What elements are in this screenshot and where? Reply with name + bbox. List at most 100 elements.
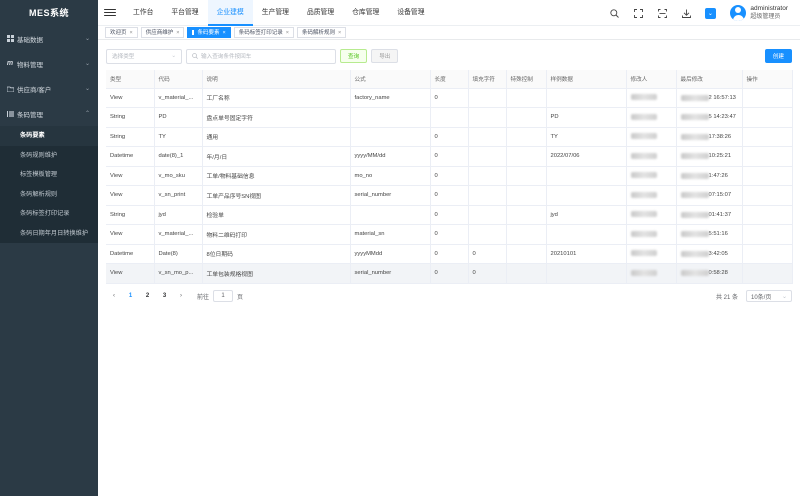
menu-toggle-icon[interactable]	[104, 8, 116, 17]
column-header[interactable]: 最后修改	[676, 70, 743, 89]
column-header[interactable]: 操作	[742, 70, 793, 89]
table-cell	[350, 127, 431, 147]
redacted-user	[630, 152, 657, 159]
nav-equipment[interactable]: 设备管理	[388, 0, 433, 26]
close-icon[interactable]: ×	[222, 28, 225, 38]
column-header[interactable]: 代码	[154, 70, 203, 89]
table-row[interactable]: View v_sn_print 工单产品序号SN视图 serial_number 0 07…	[106, 185, 793, 206]
sidebar-subitem-parse-rules[interactable]: 条码解析规则	[0, 185, 98, 205]
tab-print-records[interactable]: 条码标签打印记录 ×	[233, 27, 294, 38]
tab-parse-rules[interactable]: 条码解析规则 ×	[296, 27, 347, 38]
sidebar-subitem-barcode-elements[interactable]: 条码要素	[0, 126, 98, 146]
table-cell: 0	[430, 88, 469, 108]
column-header[interactable]: 长度	[430, 70, 469, 89]
table-cell	[546, 263, 627, 284]
chevron-down-icon: ⌄	[84, 61, 90, 67]
sidebar-item-label: 供应商/客户	[17, 86, 52, 94]
table-cell	[506, 224, 547, 245]
nav-production[interactable]: 生产管理	[253, 0, 298, 26]
table-cell	[468, 205, 507, 225]
column-header[interactable]: 说明	[202, 70, 351, 89]
modified-time: 3:42:05	[708, 250, 728, 257]
column-header[interactable]: 类型	[106, 70, 155, 89]
table-cell: String	[106, 107, 155, 128]
redacted-date	[680, 114, 709, 121]
close-icon[interactable]: ×	[176, 28, 179, 38]
type-select[interactable]: 选择类型 ⌄	[106, 48, 182, 64]
table-body: View v_material_... 工厂名称 factory_name 0 2 16:…	[106, 88, 793, 284]
redacted-date	[680, 153, 709, 160]
download-icon[interactable]	[674, 0, 698, 26]
user-info[interactable]: administrator 超级管理员	[750, 5, 788, 21]
table-row[interactable]: View v_material_... 物料二维码打印 material_sn 0 5:5…	[106, 224, 793, 245]
export-button[interactable]: 导出	[371, 49, 399, 63]
main-content: 选择类型 ⌄ 输入查询条件按回车 查询 导出 创建 类型 代码 说明 公式 长度…	[98, 40, 800, 496]
table-header-row: 类型 代码 说明 公式 长度 填充字符 特殊控制 样例数据 修改人 最后修改 操…	[106, 70, 793, 89]
nav-warehouse[interactable]: 仓库管理	[343, 0, 388, 26]
next-page-icon[interactable]: ›	[173, 293, 189, 299]
close-icon[interactable]: ×	[286, 28, 289, 38]
close-icon[interactable]: ×	[130, 28, 133, 38]
table-cell: 17:38:26	[676, 127, 743, 147]
table-cell	[506, 263, 547, 284]
search-input[interactable]: 输入查询条件按回车	[186, 48, 336, 64]
table-cell: 10:25:21	[676, 146, 743, 167]
sidebar-subitem-print-records[interactable]: 条码标签打印记录	[0, 204, 98, 224]
sidebar-item-supplier[interactable]: 供应商/客户 ⌄	[0, 76, 98, 101]
redacted-user	[630, 172, 657, 179]
search-icon[interactable]	[602, 0, 626, 26]
page-2[interactable]: 2	[139, 293, 156, 299]
nav-workbench[interactable]: 工作台	[124, 0, 162, 26]
scan-icon[interactable]	[650, 0, 674, 26]
table-cell: 0	[468, 263, 507, 284]
table-row[interactable]: View v_sn_mo_p... 工单包装规格视图 serial_number 0 0 0…	[106, 263, 793, 284]
tab-supplier[interactable]: 供应商维护 ×	[140, 27, 185, 38]
sidebar: MES系统 基础数据 ⌄ m 物料管理 ⌄ 供应商/客户 ⌄ 条码管理 ⌃ 条码…	[0, 0, 98, 496]
sidebar-subitem-label-templates[interactable]: 标签模板管理	[0, 165, 98, 185]
create-button[interactable]: 创建	[764, 49, 792, 63]
nav-enterprise-modeling[interactable]: 企业建模	[207, 0, 253, 26]
table-row[interactable]: View v_mo_sku 工单/物料基础信息 mo_no 0 1:47:26	[106, 166, 793, 186]
table-row[interactable]: String PD 盘点单号固定字符 PD 5 14:23:47	[106, 107, 793, 128]
column-header[interactable]: 特殊控制	[506, 70, 547, 89]
table-cell	[546, 88, 627, 108]
language-dropdown[interactable]: ⌄	[698, 0, 722, 26]
table-row[interactable]: Datetime Date(8) 8位日期码 yyyyMMdd 0 0 20210101 3:…	[106, 244, 793, 264]
page-size-select[interactable]: 10条/页 ⌄	[746, 290, 792, 302]
table-row[interactable]: String jyd 检验单 0 jyd 01:41:37	[106, 205, 793, 225]
sidebar-item-material[interactable]: m 物料管理 ⌄	[0, 51, 98, 76]
table-cell: 0	[430, 146, 469, 167]
table-cell	[350, 205, 431, 225]
type-select-placeholder: 选择类型	[112, 54, 135, 60]
tab-label: 条码解析规则	[301, 29, 335, 36]
sidebar-subitem-barcode-rules[interactable]: 条码规则维护	[0, 146, 98, 166]
table-row[interactable]: View v_material_... 工厂名称 factory_name 0 2 16:…	[106, 88, 793, 108]
table-cell: TY	[546, 127, 627, 147]
query-button[interactable]: 查询	[340, 49, 368, 63]
goto-suffix: 页	[237, 294, 244, 301]
tab-label: 条码标签打印记录	[238, 29, 283, 36]
chevron-down-icon: ⌄	[84, 36, 90, 42]
column-header[interactable]: 填充字符	[468, 70, 507, 89]
nav-quality[interactable]: 品质管理	[298, 0, 343, 26]
table-row[interactable]: String TY 通用 0 TY 17:38:26	[106, 127, 793, 147]
table-row[interactable]: Datetime date(8)_1 年/月/日 yyyy/MM/dd 0 2022/07…	[106, 146, 793, 167]
sidebar-item-basic-data[interactable]: 基础数据 ⌄	[0, 26, 98, 51]
prev-page-icon[interactable]: ‹	[106, 293, 122, 299]
page-3[interactable]: 3	[156, 293, 173, 299]
sidebar-item-barcode[interactable]: 条码管理 ⌃	[0, 101, 98, 126]
column-header[interactable]: 公式	[350, 70, 431, 89]
nav-platform[interactable]: 平台管理	[162, 0, 207, 26]
column-header[interactable]: 样例数据	[546, 70, 627, 89]
tab-welcome[interactable]: 欢迎页 ×	[105, 27, 138, 38]
table-cell: Datetime	[106, 146, 155, 167]
page-1[interactable]: 1	[122, 293, 139, 299]
table-cell: 0	[430, 185, 469, 206]
fullscreen-icon[interactable]	[626, 0, 650, 26]
goto-input[interactable]: 1	[213, 290, 234, 302]
column-header[interactable]: 修改人	[626, 70, 677, 89]
avatar[interactable]	[730, 5, 747, 21]
sidebar-subitem-date-conversion[interactable]: 条码日期年月日转换维护	[0, 224, 98, 244]
close-icon[interactable]: ×	[338, 28, 341, 38]
tab-barcode-elements[interactable]: 条码要素 ×	[187, 27, 231, 38]
